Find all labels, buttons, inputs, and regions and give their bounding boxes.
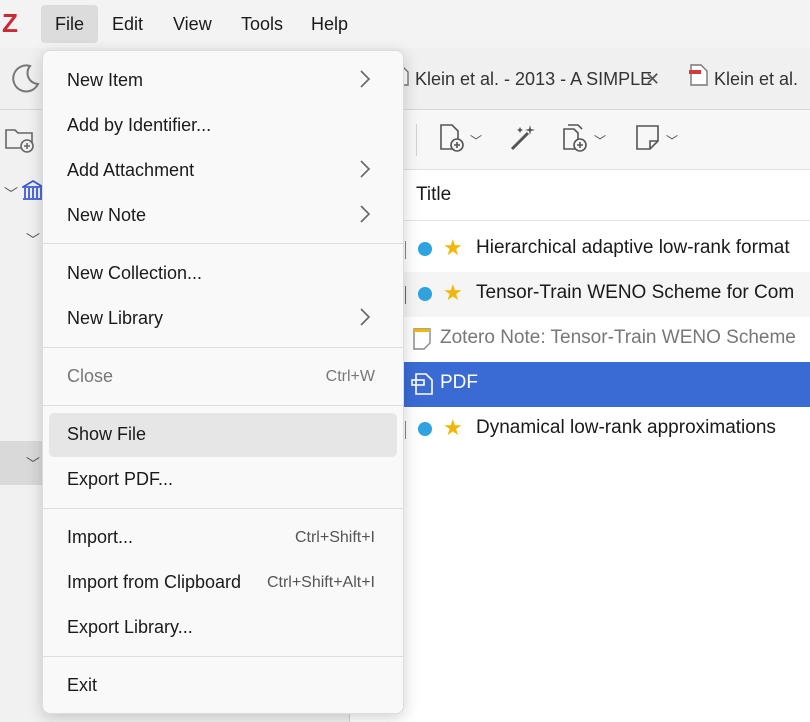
tab-label: Klein et al. - 2013 - A SIMPLE bbox=[415, 69, 653, 89]
tab-reader-1[interactable]: Klein et al. - 2013 - A SIMPLE ✕ bbox=[393, 62, 673, 96]
menu-view[interactable]: View bbox=[159, 5, 226, 43]
menu-item-import[interactable]: Import... Ctrl+Shift+I bbox=[49, 516, 397, 560]
menu-separator bbox=[43, 243, 403, 244]
star-icon: ★ bbox=[443, 235, 463, 260]
menu-item-import-from-clipboard[interactable]: Import from Clipboard Ctrl+Shift+Alt+I bbox=[49, 561, 397, 605]
column-title: Title bbox=[416, 184, 452, 205]
new-item-button[interactable]: ﹀ bbox=[438, 122, 482, 158]
library-icon bbox=[19, 179, 47, 208]
menu-item-label: New Item bbox=[67, 70, 144, 90]
menu-item-label: Export Library... bbox=[67, 617, 193, 637]
row-title: Tensor-Train WENO Scheme for Com bbox=[476, 282, 795, 303]
menu-item-label: New Collection... bbox=[67, 263, 203, 283]
row-title: Zotero Note: Tensor-Train WENO Scheme bbox=[440, 327, 796, 348]
note-icon bbox=[634, 123, 662, 158]
row-title: Hierarchical adaptive low-rank format bbox=[476, 237, 790, 258]
pdf-document-icon bbox=[688, 63, 708, 96]
menu-item-show-file[interactable]: Show File bbox=[49, 413, 397, 457]
menu-shortcut: Ctrl+Shift+I bbox=[294, 529, 375, 546]
status-dot-icon bbox=[418, 287, 432, 301]
column-header[interactable]: Title bbox=[350, 170, 810, 221]
menu-item-label: Close bbox=[67, 366, 114, 386]
chevron-down-icon: ﹀ bbox=[470, 133, 483, 148]
menubar: Z File Edit View Tools Help bbox=[0, 0, 810, 48]
magic-wand-icon bbox=[508, 123, 538, 158]
items-toolbar: ﹀ ﹀ ﹀ bbox=[350, 110, 810, 170]
chevron-down-icon[interactable]: ﹀ bbox=[4, 184, 18, 204]
chevron-right-icon bbox=[359, 69, 371, 94]
menu-separator bbox=[43, 508, 403, 509]
new-collection-icon[interactable] bbox=[4, 124, 36, 159]
star-icon: ★ bbox=[443, 280, 463, 305]
chevron-right-icon bbox=[359, 307, 371, 332]
menu-separator bbox=[43, 656, 403, 657]
menu-help[interactable]: Help bbox=[297, 5, 362, 43]
table-row[interactable]: PDF bbox=[350, 362, 810, 407]
star-icon: ★ bbox=[443, 415, 463, 440]
menu-item-new-collection[interactable]: New Collection... bbox=[49, 252, 397, 296]
menu-item-new-item[interactable]: New Item bbox=[49, 59, 397, 103]
menu-item-label: Show File bbox=[67, 424, 147, 444]
menu-item-label: New Library bbox=[67, 308, 164, 328]
chevron-down-icon: ﹀ bbox=[594, 133, 607, 148]
menu-item-label: Import... bbox=[67, 527, 134, 547]
menu-item-label: Exit bbox=[67, 675, 98, 695]
pdf-icon bbox=[410, 372, 434, 401]
tab-label: Klein et al. bbox=[714, 69, 799, 89]
menu-tools[interactable]: Tools bbox=[227, 5, 297, 43]
menu-item-new-note[interactable]: New Note bbox=[49, 194, 397, 238]
moon-icon[interactable] bbox=[10, 62, 42, 99]
menu-separator bbox=[43, 347, 403, 348]
menu-shortcut: Ctrl+W bbox=[325, 368, 375, 385]
note-icon bbox=[412, 327, 432, 356]
menu-item-export-library[interactable]: Export Library... bbox=[49, 606, 397, 650]
menu-item-label: Import from Clipboard bbox=[67, 572, 242, 592]
new-note-button[interactable]: ﹀ bbox=[634, 122, 678, 158]
menu-item-add-attachment[interactable]: Add Attachment bbox=[49, 149, 397, 193]
chevron-right-icon bbox=[359, 159, 371, 184]
menu-item-label: Add Attachment bbox=[67, 160, 195, 180]
status-dot-icon bbox=[418, 242, 432, 256]
tab-reader-2[interactable]: Klein et al. bbox=[688, 62, 810, 96]
add-by-identifier-button[interactable] bbox=[508, 122, 538, 158]
chevron-down-icon[interactable]: ﹀ bbox=[26, 230, 40, 250]
zotero-logo: Z bbox=[2, 8, 18, 38]
attachment-icon bbox=[560, 123, 590, 158]
close-icon[interactable]: ✕ bbox=[645, 62, 660, 96]
menu-item-exit[interactable]: Exit bbox=[49, 664, 397, 708]
menu-shortcut: Ctrl+Shift+Alt+I bbox=[266, 574, 375, 591]
new-item-icon bbox=[438, 123, 466, 158]
menu-item-label: Add by Identifier... bbox=[67, 115, 212, 135]
table-row[interactable]: Zotero Note: Tensor-Train WENO Scheme bbox=[350, 317, 810, 362]
toolbar-separator bbox=[416, 124, 417, 156]
chevron-down-icon[interactable]: ﹀ bbox=[26, 454, 40, 474]
menu-item-export-pdf[interactable]: Export PDF... bbox=[49, 458, 397, 502]
menu-item-label: Export PDF... bbox=[67, 469, 174, 489]
menu-item-add-by-identifier[interactable]: Add by Identifier... bbox=[49, 104, 397, 148]
row-title: Dynamical low-rank approximations bbox=[476, 417, 776, 438]
menu-edit[interactable]: Edit bbox=[98, 5, 157, 43]
file-menu-dropdown: New Item Add by Identifier... Add Attach… bbox=[42, 50, 404, 714]
table-row[interactable]: ★ Hierarchical adaptive low-rank format bbox=[350, 227, 810, 272]
table-row[interactable]: ★ Tensor-Train WENO Scheme for Com bbox=[350, 272, 810, 317]
add-attachment-button[interactable]: ﹀ bbox=[560, 122, 606, 158]
status-dot-icon bbox=[418, 422, 432, 436]
row-title: PDF bbox=[440, 372, 478, 393]
menu-separator bbox=[43, 405, 403, 406]
table-row[interactable]: ★ Dynamical low-rank approximations bbox=[350, 407, 810, 452]
menu-file[interactable]: File bbox=[41, 5, 99, 43]
chevron-right-icon bbox=[359, 204, 371, 229]
menu-item-close: Close Ctrl+W bbox=[49, 355, 397, 399]
items-list: Title ★ Hierarchical adaptive low-rank f… bbox=[350, 170, 810, 722]
chevron-down-icon: ﹀ bbox=[666, 133, 679, 148]
menu-item-new-library[interactable]: New Library bbox=[49, 297, 397, 341]
menu-item-label: New Note bbox=[67, 205, 147, 225]
